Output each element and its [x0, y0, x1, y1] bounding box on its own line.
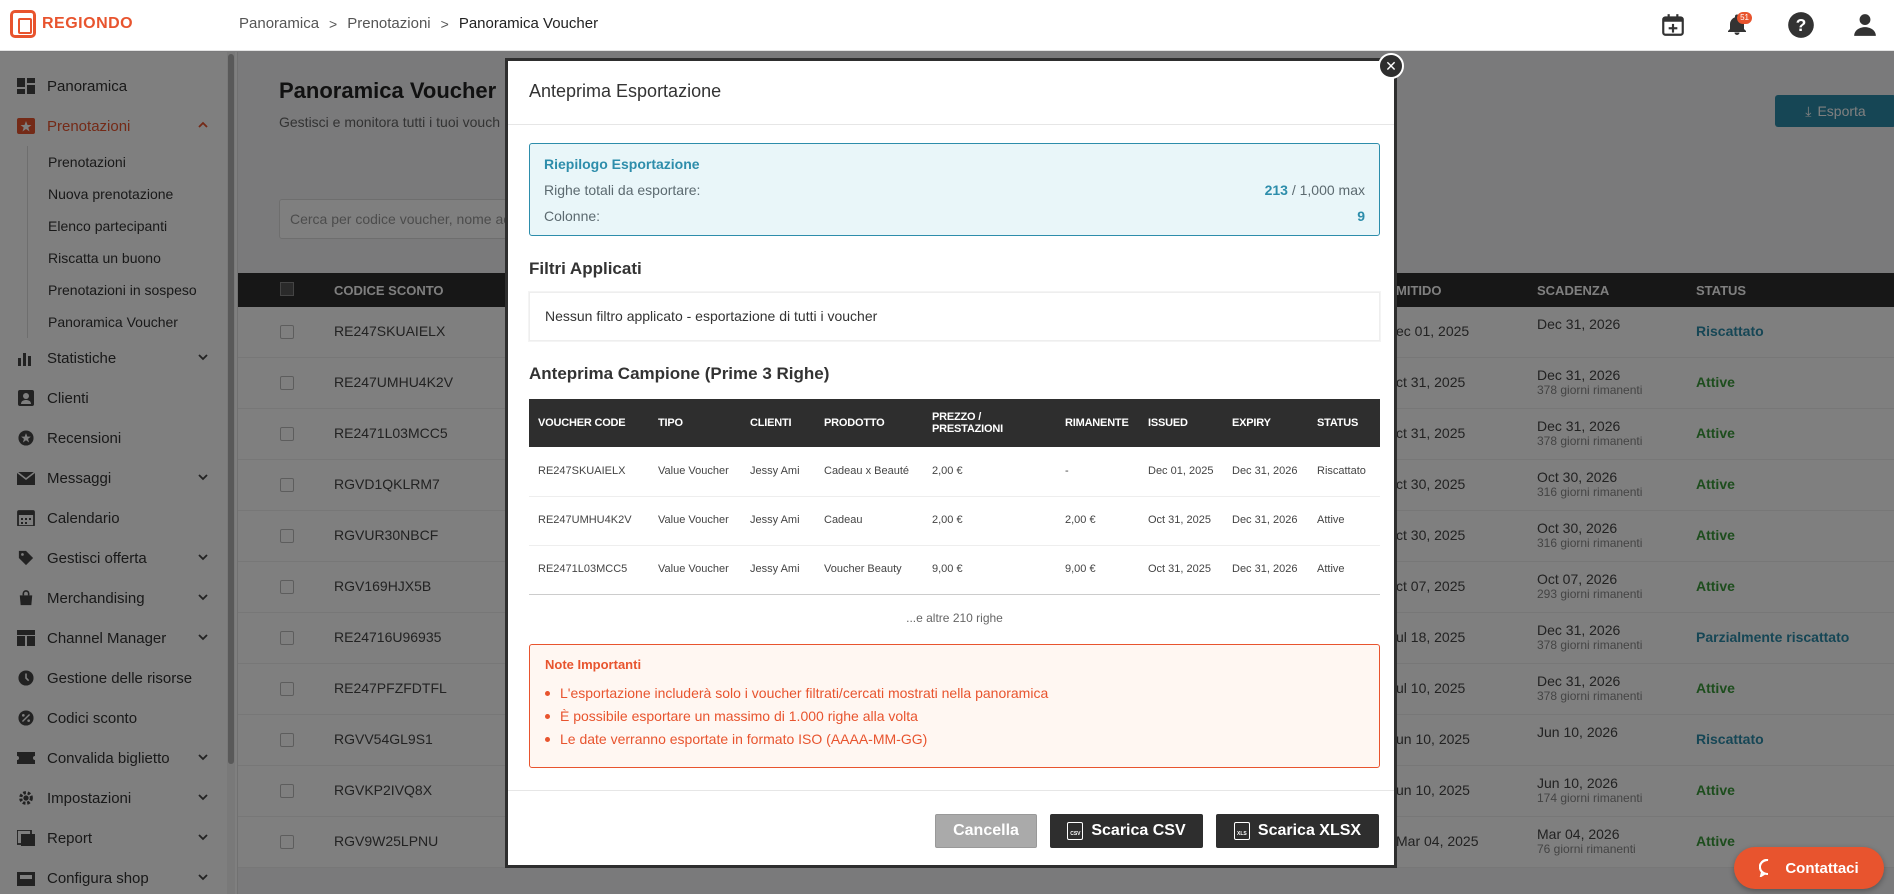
sample-col-header: RIMANENTE — [1056, 399, 1139, 447]
sample-row: RE247UMHU4K2V Value Voucher Jessy Ami Cadea… — [529, 496, 1380, 546]
help-icon[interactable]: ? — [1786, 10, 1816, 40]
note-item: È possibile esportare un massimo di 1.00… — [545, 705, 1364, 728]
sample-row: RE2471L03MCC5 Value Voucher Jessy Ami Vouch… — [529, 545, 1380, 595]
rows-max: / 1,000 max — [1287, 182, 1365, 198]
sample-cell: Oct 31, 2025 — [1139, 545, 1223, 595]
cancel-label: Cancella — [953, 822, 1019, 839]
sample-cell: Oct 31, 2025 — [1139, 496, 1223, 546]
sample-cell: Attive — [1308, 545, 1380, 595]
breadcrumb-item[interactable]: Panoramica — [239, 15, 319, 32]
sample-cell: 2,00 € — [923, 496, 1056, 546]
regiondo-logo[interactable]: REGIONDO — [10, 10, 133, 38]
sample-col-header: EXPIRY — [1223, 399, 1308, 447]
sample-cell: Jessy Ami — [741, 496, 815, 546]
sample-cell: Dec 31, 2026 — [1223, 545, 1308, 595]
chevron-right-icon: > — [440, 15, 449, 32]
cols-value: 9 — [1357, 208, 1365, 224]
sample-col-header: PRODOTTO — [815, 399, 923, 447]
sample-cell: Value Voucher — [649, 496, 741, 546]
sample-cell: Dec 01, 2025 — [1139, 447, 1223, 497]
sample-cell: Dec 31, 2026 — [1223, 447, 1308, 497]
logo-text: REGIONDO — [42, 15, 134, 32]
xlsx-label: Scarica XLSX — [1257, 822, 1362, 839]
xlsx-file-icon: XLS — [1233, 822, 1250, 840]
breadcrumb-current: Panoramica Voucher — [458, 15, 599, 32]
notes-title: Note Importanti — [545, 657, 642, 672]
sample-cell: Riscattato — [1308, 447, 1380, 497]
note-item: Le date verranno esportate in formato IS… — [545, 728, 1364, 751]
more-rows-text: ...e altre 210 righe — [906, 611, 1003, 625]
sample-cell: Attive — [1308, 496, 1380, 546]
modal-footer: Cancella CSV Scarica CSV XLS Scarica XLS… — [508, 790, 1394, 868]
sample-cell: 2,00 € — [923, 447, 1056, 497]
sample-cell: RE247SKUAIELX — [529, 447, 649, 497]
sample-col-header: TIPO — [649, 399, 741, 447]
modal-title: Anteprima Esportazione — [508, 61, 1394, 125]
sample-row: RE247SKUAIELX Value Voucher Jessy Ami Cadea… — [529, 447, 1380, 497]
chat-icon — [1759, 859, 1769, 877]
close-icon[interactable]: ✕ — [1378, 53, 1404, 79]
sample-cell: RE2471L03MCC5 — [529, 545, 649, 595]
note-item: L'esportazione includerà solo i voucher … — [545, 682, 1364, 705]
calendar-add-icon[interactable] — [1658, 10, 1688, 40]
sample-cell: Value Voucher — [649, 545, 741, 595]
bell-icon[interactable]: 51 — [1722, 10, 1752, 40]
rows-value: 213 — [1264, 182, 1288, 198]
breadcrumb: Panoramica > Prenotazioni > Panoramica V… — [239, 15, 598, 32]
sample-cell: Voucher Beauty — [815, 545, 923, 595]
sample-col-header: ISSUED — [1139, 399, 1223, 447]
cols-label: Colonne: — [544, 208, 601, 224]
sample-cell: Jessy Ami — [741, 545, 815, 595]
rows-label: Righe totali da esportare: — [544, 182, 701, 198]
filters-box: Nessun filtro applicato - esportazione d… — [529, 292, 1380, 341]
summary-title: Riepilogo Esportazione — [544, 156, 700, 172]
sample-col-header: PREZZO / PRESTAZIONI — [923, 399, 1056, 447]
top-bar: REGIONDO Panoramica > Prenotazioni > Pan… — [0, 0, 1894, 51]
export-summary: Riepilogo Esportazione Righe totali da e… — [529, 143, 1380, 236]
svg-text:?: ? — [1796, 15, 1807, 35]
important-notes: Note Importanti L'esportazione includerà… — [529, 644, 1380, 768]
breadcrumb-item[interactable]: Prenotazioni — [347, 15, 430, 32]
sample-cell: Value Voucher — [649, 447, 741, 497]
sample-col-header: VOUCHER CODE — [529, 399, 649, 447]
sample-cell: 9,00 € — [923, 545, 1056, 595]
chevron-right-icon: > — [329, 15, 338, 32]
user-icon[interactable] — [1850, 10, 1880, 40]
sample-cell: - — [1056, 447, 1139, 497]
logo-icon — [10, 10, 36, 38]
sample-cell: Cadeau — [815, 496, 923, 546]
sample-cell: 9,00 € — [1056, 545, 1139, 595]
csv-label: Scarica CSV — [1091, 822, 1186, 839]
csv-file-icon: CSV — [1067, 822, 1084, 840]
sample-table: VOUCHER CODE TIPO CLIENTI PRODOTTO PREZZO / … — [529, 399, 1380, 595]
export-preview-modal: Anteprima Esportazione Riepilogo Esporta… — [505, 58, 1397, 868]
contact-button[interactable]: Contattaci — [1734, 847, 1884, 889]
sample-col-header: CLIENTI — [741, 399, 815, 447]
top-icons: 51 ? — [1658, 10, 1880, 40]
sample-cell: Cadeau x Beauté — [815, 447, 923, 497]
sample-cell: RE247UMHU4K2V — [529, 496, 649, 546]
download-xlsx-button[interactable]: XLS Scarica XLSX — [1216, 814, 1379, 848]
sample-cell: Jessy Ami — [741, 447, 815, 497]
download-csv-button[interactable]: CSV Scarica CSV — [1050, 814, 1203, 848]
notification-badge: 51 — [1737, 12, 1752, 24]
sample-cell: 2,00 € — [1056, 496, 1139, 546]
sample-title: Anteprima Campione (Prime 3 Righe) — [529, 364, 830, 383]
contact-label: Contattaci — [1785, 859, 1859, 877]
filters-title: Filtri Applicati — [529, 259, 642, 278]
sample-cell: Dec 31, 2026 — [1223, 496, 1308, 546]
sample-col-header: STATUS — [1308, 399, 1380, 447]
cancel-button[interactable]: Cancella — [935, 814, 1037, 848]
